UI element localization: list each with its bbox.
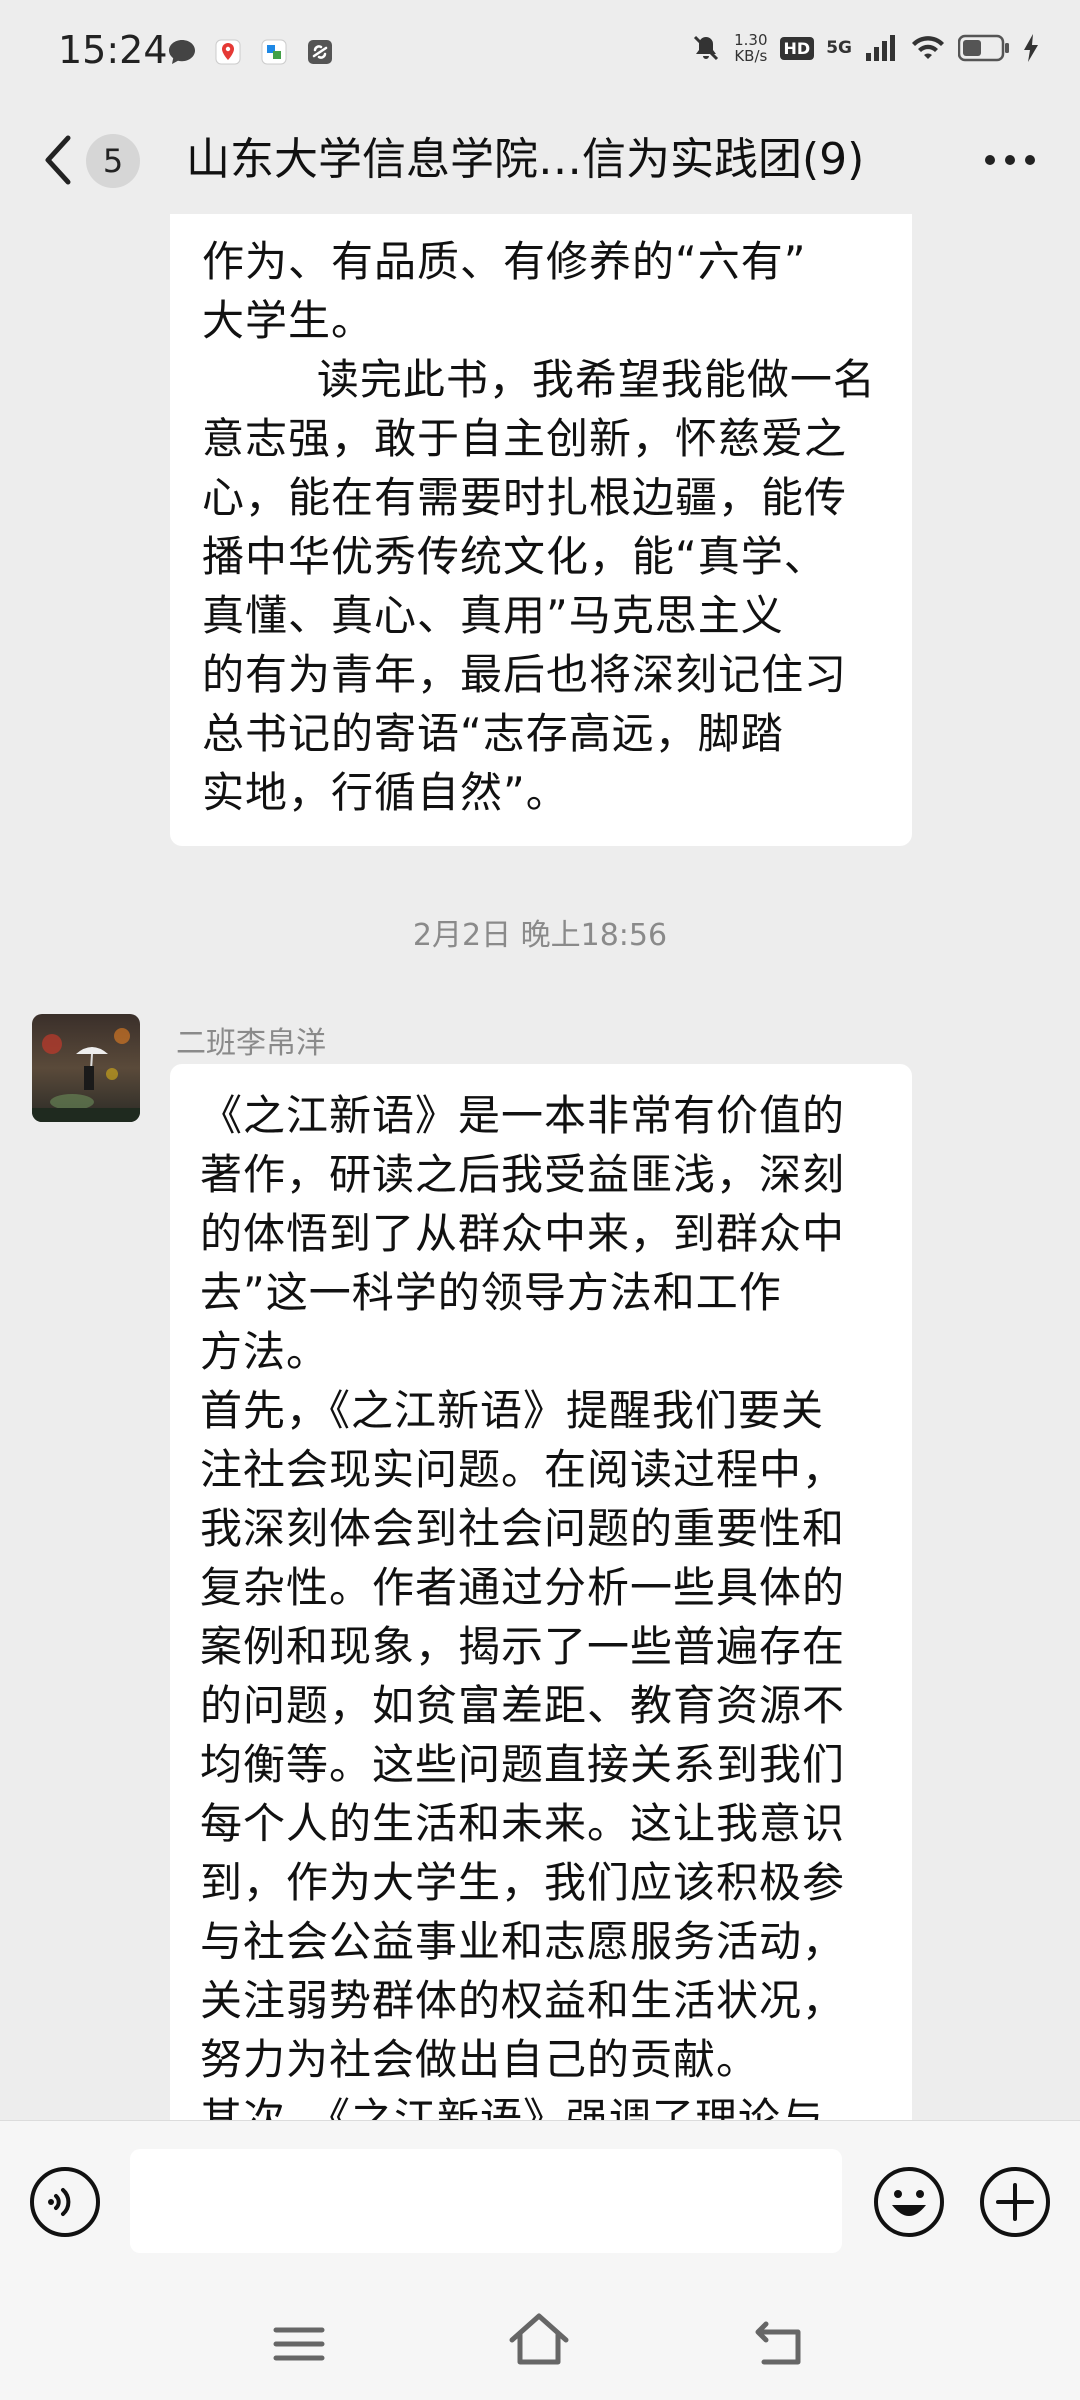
app-icon xyxy=(261,39,287,65)
status-right-group: 1.30 KB/s HD 5G xyxy=(690,32,1040,64)
message-timestamp: 2月2日 晚上18:56 xyxy=(412,918,668,953)
message-input[interactable] xyxy=(130,2149,842,2253)
chat-header: 5 山东大学信息学院…信为实践团(9) xyxy=(0,108,1080,214)
back-arrow-icon[interactable] xyxy=(38,130,78,190)
map-pin-icon xyxy=(215,39,241,65)
chat-title: 山东大学信息学院…信为实践团(9) xyxy=(186,134,865,185)
message-bubble[interactable]: 作为、有品质、有修养的“六有” 大学生。 读完此书，我希望我能做一名 意志强，敢… xyxy=(170,214,912,846)
back-nav-icon[interactable] xyxy=(752,2316,808,2368)
system-nav-bar xyxy=(0,2280,1080,2400)
status-bar: 15:24 1.30 KB/s HD 5G xyxy=(0,0,1080,108)
more-options-icon[interactable] xyxy=(980,138,1040,182)
unread-count-badge[interactable]: 5 xyxy=(86,134,140,188)
mute-bell-icon xyxy=(694,35,719,61)
avatar-image xyxy=(32,1014,140,1122)
charging-icon xyxy=(1024,34,1038,62)
message-bubble[interactable]: 《之江新语》是一本非常有价值的 著作，研读之后我受益匪浅，深刻 的体悟到了从群众… xyxy=(170,1064,912,2120)
network-speed: 1.30 KB/s xyxy=(734,32,767,64)
emoji-icon[interactable] xyxy=(872,2165,946,2239)
status-time: 15:24 xyxy=(58,28,168,72)
network-speed-unit: KB/s xyxy=(734,47,768,65)
signal-icon xyxy=(866,35,895,61)
network-type: 5G xyxy=(826,38,852,58)
message-list[interactable]: 作为、有品质、有修养的“六有” 大学生。 读完此书，我希望我能做一名 意志强，敢… xyxy=(0,214,1080,2120)
message-text: 作为、有品质、有修养的“六有” 大学生。 读完此书，我希望我能做一名 意志强，敢… xyxy=(202,237,876,817)
battery-icon xyxy=(958,34,1009,62)
network-speed-value: 1.30 xyxy=(734,31,768,49)
input-bar xyxy=(0,2120,1080,2281)
chat-bubble-icon xyxy=(169,40,195,64)
link-icon xyxy=(308,40,332,64)
plus-icon[interactable] xyxy=(978,2165,1052,2239)
avatar[interactable] xyxy=(32,1014,140,1122)
voice-input-icon[interactable] xyxy=(28,2165,102,2239)
status-notification-icons xyxy=(166,36,336,68)
sender-name: 二班李帛洋 xyxy=(176,1026,326,1061)
message-text: 《之江新语》是一本非常有价值的 著作，研读之后我受益匪浅，深刻 的体悟到了从群众… xyxy=(200,1091,846,2120)
recent-apps-icon[interactable] xyxy=(272,2324,326,2364)
hd-badge: HD xyxy=(779,36,815,60)
home-icon[interactable] xyxy=(506,2310,572,2368)
wifi-icon xyxy=(912,36,944,59)
